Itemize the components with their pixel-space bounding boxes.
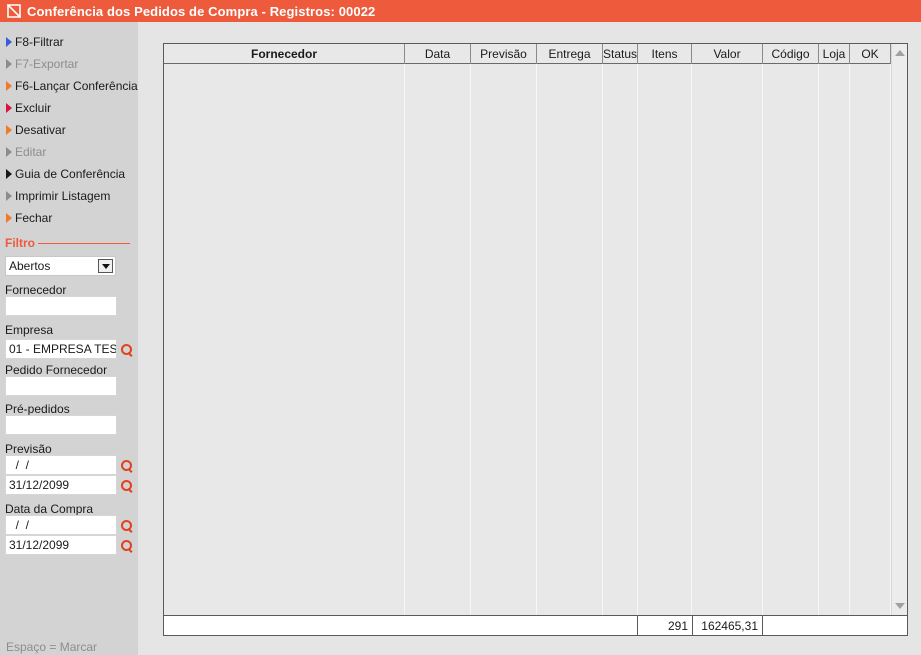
menu-guia-conferencia[interactable]: Guia de Conferência	[6, 165, 125, 183]
triangle-right-icon	[6, 125, 12, 135]
col-divider	[637, 64, 638, 615]
grid-header: Fornecedor Data Previsão Entrega Status …	[164, 44, 891, 64]
col-header-status[interactable]: Status	[603, 44, 638, 64]
triangle-right-icon	[6, 59, 12, 69]
col-divider	[849, 64, 850, 615]
previsao-label: Previsão	[5, 442, 52, 456]
total-valor: 162465,31	[692, 616, 763, 635]
triangle-right-icon	[6, 213, 12, 223]
fornecedor-input[interactable]	[5, 296, 117, 316]
col-divider	[404, 64, 405, 615]
pedido-fornecedor-input[interactable]	[5, 376, 117, 396]
col-header-itens[interactable]: Itens	[638, 44, 692, 64]
chevron-down-icon[interactable]	[98, 259, 113, 273]
pre-pedidos-input[interactable]	[5, 415, 117, 435]
menu-label: Guia de Conferência	[15, 167, 126, 181]
col-header-codigo[interactable]: Código	[763, 44, 819, 64]
col-header-fornecedor[interactable]: Fornecedor	[164, 44, 405, 64]
menu-filtrar[interactable]: F8-Filtrar	[6, 33, 64, 51]
menu-label: Imprimir Listagem	[15, 189, 111, 203]
status-select-value: Abertos	[9, 259, 51, 273]
col-divider	[762, 64, 763, 615]
menu-label: F8-Filtrar	[15, 35, 64, 49]
pedido-fornecedor-label: Pedido Fornecedor	[5, 363, 108, 377]
menu-label: Editar	[15, 145, 47, 159]
triangle-right-icon	[6, 81, 12, 91]
col-divider	[691, 64, 692, 615]
scroll-down-icon[interactable]	[895, 603, 905, 609]
menu-exportar[interactable]: F7-Exportar	[6, 55, 78, 73]
previsao-from-input[interactable]: / /	[5, 455, 117, 475]
col-divider	[536, 64, 537, 615]
data-compra-label: Data da Compra	[5, 502, 94, 516]
col-divider	[818, 64, 819, 615]
search-icon[interactable]	[120, 459, 134, 473]
triangle-right-icon	[6, 147, 12, 157]
col-header-data[interactable]: Data	[405, 44, 471, 64]
vertical-scrollbar[interactable]	[891, 44, 907, 615]
menu-fechar[interactable]: Fechar	[6, 209, 52, 227]
previsao-to-input[interactable]: 31/12/2099	[5, 475, 117, 495]
search-icon[interactable]	[120, 539, 134, 553]
menu-label: F6-Lançar Conferência	[15, 79, 138, 93]
title-bar: Conferência dos Pedidos de Compra - Regi…	[0, 0, 921, 22]
empresa-label: Empresa	[5, 323, 54, 337]
menu-excluir[interactable]: Excluir	[6, 99, 51, 117]
menu-label: F7-Exportar	[15, 57, 79, 71]
filter-divider	[38, 243, 130, 244]
col-header-previsao[interactable]: Previsão	[471, 44, 537, 64]
menu-desativar[interactable]: Desativar	[6, 121, 66, 139]
menu-lancar-conferencia[interactable]: F6-Lançar Conferência	[6, 77, 138, 95]
total-itens: 291	[637, 616, 692, 635]
status-select[interactable]: Abertos	[5, 256, 116, 276]
app-logo-icon	[6, 4, 21, 19]
triangle-right-icon	[6, 169, 12, 179]
filter-title: Filtro	[5, 236, 35, 250]
col-divider	[470, 64, 471, 615]
menu-label: Desativar	[15, 123, 66, 137]
data-compra-to-input[interactable]: 31/12/2099	[5, 535, 117, 555]
scroll-up-icon[interactable]	[895, 50, 905, 56]
orders-grid[interactable]: Fornecedor Data Previsão Entrega Status …	[163, 43, 908, 616]
window-title: Conferência dos Pedidos de Compra - Regi…	[27, 3, 376, 19]
fornecedor-label: Fornecedor	[5, 283, 67, 297]
triangle-right-icon	[6, 37, 12, 47]
triangle-right-icon	[6, 103, 12, 113]
grid-totals: 291 162465,31	[163, 615, 908, 636]
menu-label: Excluir	[15, 101, 52, 115]
col-header-valor[interactable]: Valor	[692, 44, 763, 64]
menu-imprimir-listagem[interactable]: Imprimir Listagem	[6, 187, 110, 205]
sidebar: F8-Filtrar F7-Exportar F6-Lançar Conferê…	[0, 22, 138, 655]
menu-label: Fechar	[15, 211, 53, 225]
search-icon[interactable]	[120, 519, 134, 533]
col-header-entrega[interactable]: Entrega	[537, 44, 603, 64]
col-divider	[602, 64, 603, 615]
empresa-input[interactable]: 01 - EMPRESA TESTE	[5, 339, 117, 359]
hint-text: Espaço = Marcar	[6, 640, 98, 654]
data-compra-from-input[interactable]: / /	[5, 515, 117, 535]
col-header-ok[interactable]: OK	[850, 44, 891, 64]
search-icon[interactable]	[120, 479, 134, 493]
search-icon[interactable]	[120, 343, 134, 357]
triangle-right-icon	[6, 191, 12, 201]
menu-editar[interactable]: Editar	[6, 143, 46, 161]
col-header-loja[interactable]: Loja	[819, 44, 850, 64]
pre-pedidos-label: Pré-pedidos	[5, 402, 70, 416]
